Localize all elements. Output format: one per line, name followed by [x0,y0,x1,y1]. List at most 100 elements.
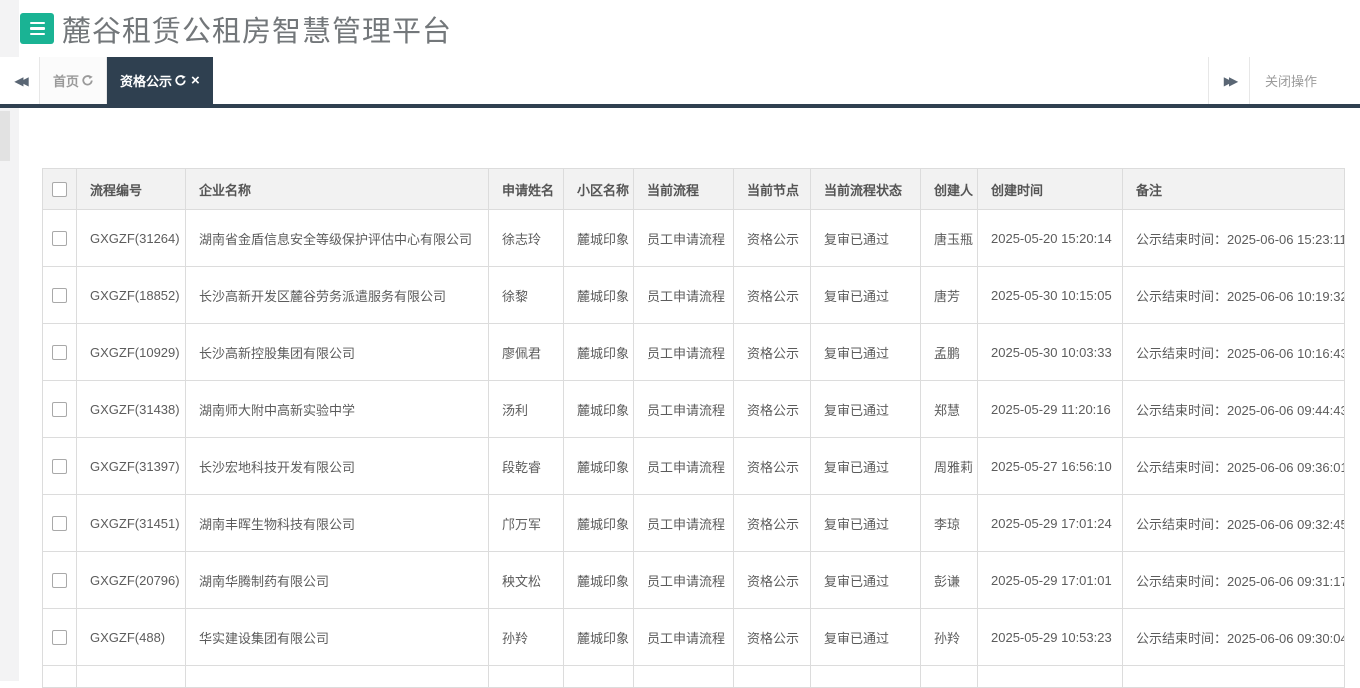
column-header: 备注 [1122,168,1345,210]
row-select-cell [42,209,77,267]
cell-created: 2025-05-27 16:56:10 [977,437,1123,495]
refresh-tab-icon[interactable] [82,75,93,86]
cell-process-no: GXGZF(31397) [76,437,186,495]
column-header: 申请姓名 [488,168,564,210]
cell-process-no: GXGZF(488) [76,608,186,666]
cell-company: 湖南省金盾信息安全等级保护评估中心有限公司 [185,209,489,267]
empty-cell [1122,665,1345,688]
row-select-cell [42,380,77,438]
cell-creator: 周雅莉 [920,437,978,495]
cell-flow: 员工申请流程 [633,323,734,381]
table-header-row: 流程编号 企业名称 申请姓名 小区名称 当前流程 当前节点 当前流程状态 创建人 创建时间 备注 [42,168,1345,210]
cell-creator: 李琼 [920,494,978,552]
cell-process-no: GXGZF(10929) [76,323,186,381]
row-select-cell [42,266,77,324]
cell-creator: 郑慧 [920,380,978,438]
empty-cell [76,665,186,688]
tab-item[interactable]: 资格公示 × [107,57,213,104]
row-checkbox[interactable] [52,459,67,475]
cell-company: 湖南华腾制药有限公司 [185,551,489,609]
cell-status: 复审已通过 [810,209,921,267]
cell-company: 长沙宏地科技开发有限公司 [185,437,489,495]
column-header: 当前流程状态 [810,168,921,210]
cell-flow: 员工申请流程 [633,608,734,666]
cell-applicant: 徐黎 [488,266,564,324]
cell-applicant: 汤利 [488,380,564,438]
cell-company: 长沙高新开发区麓谷劳务派遣服务有限公司 [185,266,489,324]
close-operations-button[interactable]: 关闭操作 [1250,57,1360,104]
cell-status: 复审已通过 [810,608,921,666]
row-select-cell [42,494,77,552]
cell-remark: 公示结束时间：2025-06-06 10:19:32 [1122,266,1345,324]
cell-created: 2025-05-29 11:20:16 [977,380,1123,438]
column-header: 流程编号 [76,168,186,210]
cell-community: 麓城印象 [563,494,634,552]
cell-remark: 公示结束时间：2025-06-06 09:32:45 [1122,494,1345,552]
row-checkbox[interactable] [52,573,67,589]
page-title: 麓谷租赁公租房智慧管理平台 [62,15,453,48]
select-all-checkbox[interactable] [52,182,67,198]
refresh-tab-icon[interactable] [175,75,186,86]
empty-cell [42,665,77,688]
cell-remark: 公示结束时间：2025-06-06 10:16:43 [1122,323,1345,381]
cell-creator: 孟鹏 [920,323,978,381]
table-row: GXGZF(31264) 湖南省金盾信息安全等级保护评估中心有限公司 徐志玲 麓城印象… [42,209,1345,267]
empty-cell [633,665,734,688]
cell-process-no: GXGZF(18852) [76,266,186,324]
cell-node: 资格公示 [733,380,811,438]
row-checkbox[interactable] [52,345,67,361]
column-header: 企业名称 [185,168,489,210]
app-header: 麓谷租赁公租房智慧管理平台 [19,0,1360,57]
cell-node: 资格公示 [733,209,811,267]
tab-item[interactable]: 首页 [40,57,108,104]
table-row: GXGZF(31438) 湖南师大附中高新实验中学 汤利 麓城印象 员工申请流程 资格公示… [42,380,1345,438]
scroll-tabs-left-button[interactable]: ◀◀ [0,57,40,104]
cell-created: 2025-05-29 17:01:24 [977,494,1123,552]
row-checkbox[interactable] [52,402,67,418]
row-checkbox[interactable] [52,231,67,247]
row-checkbox[interactable] [52,630,67,646]
cell-process-no: GXGZF(31438) [76,380,186,438]
cell-status: 复审已通过 [810,266,921,324]
cell-process-no: GXGZF(31451) [76,494,186,552]
cell-creator: 孙羚 [920,608,978,666]
row-select-cell [42,437,77,495]
row-select-cell [42,608,77,666]
column-header: 当前流程 [633,168,734,210]
tab-label: 首页 [53,74,80,89]
records-table: 流程编号 企业名称 申请姓名 小区名称 当前流程 当前节点 当前流程状态 创建人 创建时间 备注 … [42,168,1345,688]
table-row: GXGZF(20796) 湖南华腾制药有限公司 秧文松 麓城印象 员工申请流程 资格公示复… [42,551,1345,609]
scroll-tabs-right-button[interactable]: ▶▶ [1208,57,1250,104]
row-checkbox[interactable] [52,516,67,532]
cell-community: 麓城印象 [563,266,634,324]
cell-applicant: 廖佩君 [488,323,564,381]
cell-node: 资格公示 [733,608,811,666]
cell-created: 2025-05-29 10:53:23 [977,608,1123,666]
cell-company: 长沙高新控股集团有限公司 [185,323,489,381]
empty-cell [810,665,921,688]
column-header: 创建人 [920,168,978,210]
close-tab-icon[interactable]: × [191,73,200,88]
cell-creator: 唐玉瓶 [920,209,978,267]
cell-remark: 公示结束时间：2025-06-06 15:23:11 [1122,209,1345,267]
cell-status: 复审已通过 [810,380,921,438]
row-checkbox[interactable] [52,288,67,304]
left-scrollbar-thumb[interactable] [0,111,10,161]
hamburger-menu-icon[interactable] [20,13,54,44]
cell-status: 复审已通过 [810,494,921,552]
cell-flow: 员工申请流程 [633,380,734,438]
table-row-partial [42,665,1345,688]
cell-applicant: 邝万军 [488,494,564,552]
table-row: GXGZF(18852) 长沙高新开发区麓谷劳务派遣服务有限公司 徐黎 麓城印象 员工申… [42,266,1345,324]
cell-applicant: 段乾睿 [488,437,564,495]
cell-flow: 员工申请流程 [633,437,734,495]
tabs: 首页 资格公示 × [40,57,213,104]
cell-status: 复审已通过 [810,323,921,381]
cell-created: 2025-05-29 17:01:01 [977,551,1123,609]
cell-process-no: GXGZF(31264) [76,209,186,267]
cell-applicant: 秧文松 [488,551,564,609]
tab-bar: ◀◀ 首页 资格公示 × ▶▶ 关闭操作 [0,57,1360,108]
cell-community: 麓城印象 [563,209,634,267]
cell-flow: 员工申请流程 [633,494,734,552]
cell-node: 资格公示 [733,494,811,552]
